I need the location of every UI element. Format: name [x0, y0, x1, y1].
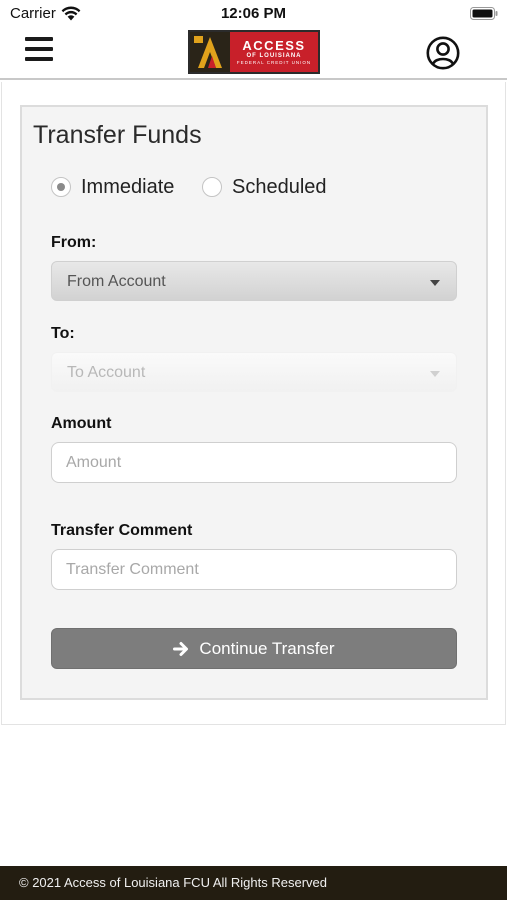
status-bar: Carrier 12:06 PM	[0, 0, 507, 28]
chevron-down-icon	[430, 280, 440, 286]
radio-scheduled-circle[interactable]	[202, 177, 222, 197]
user-circle-icon[interactable]	[426, 36, 460, 70]
arrow-right-icon	[173, 641, 189, 656]
to-label: To:	[51, 325, 75, 342]
battery-icon	[470, 7, 498, 20]
continue-transfer-label: Continue Transfer	[199, 638, 335, 658]
from-account-select[interactable]: From Account	[51, 261, 457, 301]
copyright-text: © 2021 Access of Louisiana FCU All Right…	[19, 875, 328, 890]
radio-immediate-label: Immediate	[81, 175, 175, 198]
logo-mark-icon	[190, 32, 230, 72]
radio-immediate[interactable]: Immediate	[51, 176, 174, 198]
from-account-value: From Account	[67, 273, 166, 290]
from-label: From:	[51, 234, 97, 251]
footer: © 2021 Access of Louisiana FCU All Right…	[0, 866, 507, 900]
logo-line-2: OF LOUISIANA	[246, 52, 302, 59]
logo-line-3: FEDERAL CREDIT UNION	[236, 59, 312, 65]
radio-immediate-circle[interactable]	[51, 177, 71, 197]
logo-text: ACCESS OF LOUISIANA FEDERAL CREDIT UNION	[230, 32, 318, 72]
transfer-funds-screen: Carrier 12:06 PM ACCESS OF LOUISIANA FED…	[0, 0, 507, 900]
continue-transfer-button[interactable]: Continue Transfer	[51, 628, 457, 669]
radio-scheduled[interactable]: Scheduled	[202, 176, 327, 198]
transfer-comment-input[interactable]	[51, 549, 457, 590]
radio-scheduled-label: Scheduled	[232, 175, 327, 198]
chevron-down-icon	[430, 371, 440, 377]
amount-input[interactable]	[51, 442, 457, 483]
access-of-louisiana-logo[interactable]: ACCESS OF LOUISIANA FEDERAL CREDIT UNION	[188, 30, 320, 74]
to-account-select[interactable]: To Account	[51, 352, 457, 392]
hamburger-menu-icon[interactable]	[25, 37, 53, 61]
page-title: Transfer Funds	[33, 121, 202, 149]
transfer-comment-label: Transfer Comment	[51, 522, 193, 539]
header-divider	[0, 78, 507, 80]
logo-line-1: ACCESS	[242, 37, 306, 53]
to-account-value: To Account	[67, 364, 146, 381]
amount-label: Amount	[51, 415, 112, 432]
clock-time: 12:06 PM	[220, 5, 287, 22]
